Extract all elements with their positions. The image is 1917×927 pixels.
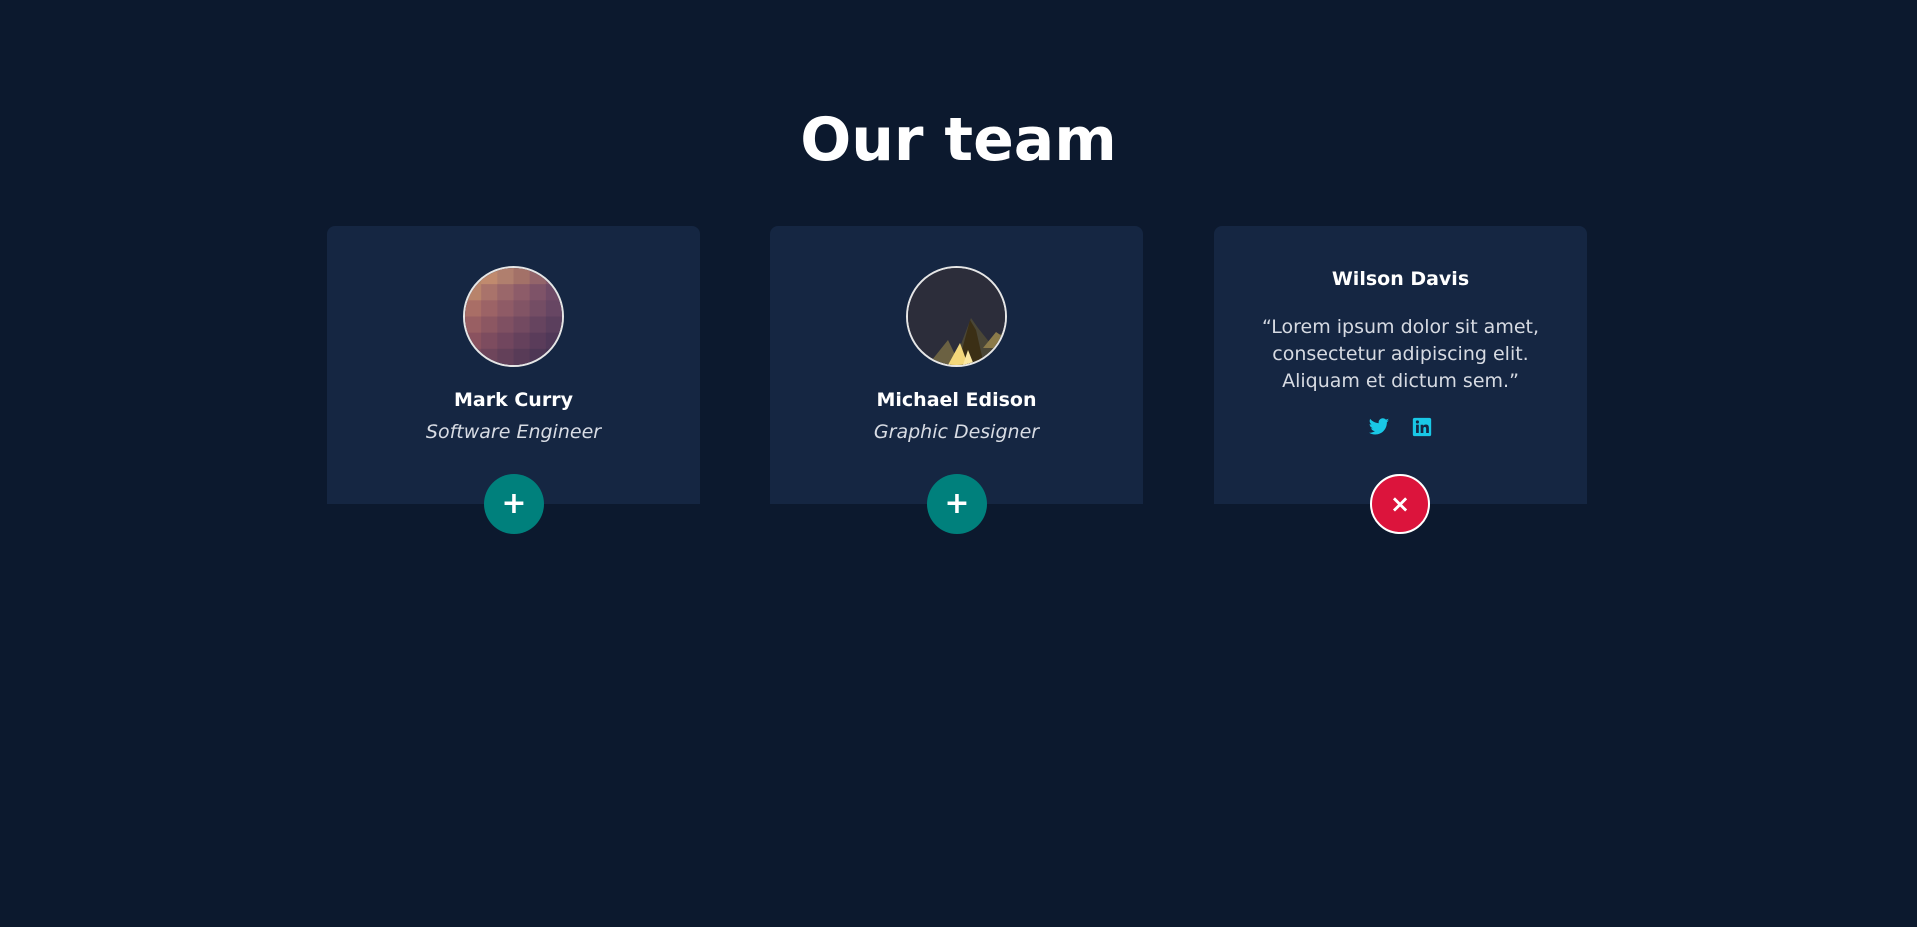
member-name: Michael Edison xyxy=(876,389,1037,411)
avatar-pixel xyxy=(529,348,547,365)
avatar-pixel xyxy=(545,332,562,350)
avatar-pixel xyxy=(481,332,498,350)
member-name: Mark Curry xyxy=(454,389,573,411)
avatar-pixel xyxy=(497,316,514,334)
avatar-pixel xyxy=(481,284,498,301)
avatar-pixel xyxy=(465,300,482,317)
avatar-pixel xyxy=(513,332,531,350)
expand-button[interactable]: + xyxy=(927,474,987,534)
avatar-pixel xyxy=(513,300,531,317)
team-card-mark-curry: Mark Curry Software Engineer xyxy=(327,226,700,504)
avatar-pixel xyxy=(545,268,562,285)
avatar-pixel xyxy=(465,348,482,365)
avatar-pixel xyxy=(529,300,547,317)
member-role: Graphic Designer xyxy=(873,421,1040,443)
avatar-pixel xyxy=(545,348,562,365)
avatar-pixel xyxy=(513,348,531,365)
avatar-pixel xyxy=(545,300,562,317)
avatar-pixel xyxy=(497,268,514,285)
avatar-pixel xyxy=(529,332,547,350)
close-button[interactable]: × xyxy=(1370,474,1430,534)
avatar-pixel xyxy=(497,332,514,350)
avatar-pixel xyxy=(497,300,514,317)
avatar-image-pixel xyxy=(465,268,562,365)
member-quote: “Lorem ipsum dolor sit amet, consectetur… xyxy=(1261,316,1540,392)
linkedin-icon[interactable] xyxy=(1411,416,1433,438)
avatar xyxy=(906,266,1007,367)
avatar-pixel xyxy=(513,284,531,301)
expand-button[interactable]: + xyxy=(484,474,544,534)
social-links xyxy=(1214,416,1587,438)
avatar-pixel xyxy=(497,348,514,365)
member-name: Wilson Davis xyxy=(1331,268,1470,290)
avatar-pixel xyxy=(513,268,531,285)
avatar-pixel xyxy=(529,268,547,285)
avatar-pixel xyxy=(513,316,531,334)
avatar-pixel xyxy=(465,284,482,301)
avatar xyxy=(463,266,564,367)
team-card-michael-edison: Michael Edison Graphic Designer xyxy=(770,226,1143,504)
team-card-wilson-davis: Wilson Davis “Lorem ipsum dolor sit amet… xyxy=(1214,226,1587,504)
avatar-pixel xyxy=(545,284,562,301)
member-role: Software Engineer xyxy=(425,421,602,443)
avatar-pixel xyxy=(481,316,498,334)
page-title: Our team xyxy=(800,105,1117,175)
avatar-pixel xyxy=(465,316,482,334)
avatar-pixel xyxy=(529,284,547,301)
twitter-icon[interactable] xyxy=(1368,416,1390,438)
avatar-pixel xyxy=(497,284,514,301)
avatar-pixel xyxy=(481,268,498,285)
avatar-pixel xyxy=(481,348,498,365)
avatar-pixel xyxy=(465,268,482,285)
avatar-pixel xyxy=(545,316,562,334)
avatar-pixel xyxy=(529,316,547,334)
avatar-pixel xyxy=(481,300,498,317)
avatar-image-mountains xyxy=(908,268,1005,365)
avatar-pixel xyxy=(465,332,482,350)
